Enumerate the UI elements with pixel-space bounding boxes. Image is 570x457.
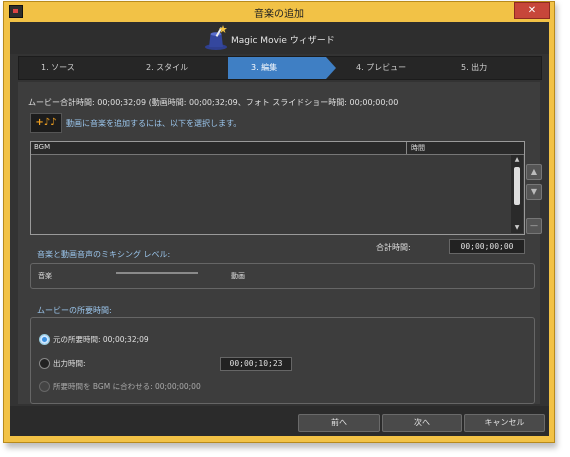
- chevron-up-icon: ▲: [530, 167, 538, 176]
- total-time-value: 00;00;00;00: [449, 239, 525, 254]
- button-bar: 前へ 次へ キャンセル: [10, 406, 549, 436]
- magic-hat-icon: [205, 25, 227, 50]
- mixing-group: [30, 263, 535, 289]
- vertical-scrollbar[interactable]: ▲ ▼: [511, 155, 523, 233]
- next-button[interactable]: 次へ: [382, 414, 462, 432]
- wizard-header: Magic Movie ウィザード: [10, 22, 549, 54]
- mixing-level-label: 音楽と動画音声のミキシング レベル:: [37, 250, 171, 259]
- radio-original-duration[interactable]: [39, 334, 50, 345]
- move-down-button[interactable]: ▼: [526, 184, 542, 200]
- column-bgm[interactable]: BGM: [34, 143, 50, 151]
- mixing-video-label: 動画: [231, 272, 245, 280]
- wizard-title: Magic Movie ウィザード: [231, 36, 335, 46]
- window-title: 音楽の追加: [254, 9, 304, 20]
- title-bar[interactable]: 音楽の追加 ✕: [4, 2, 554, 20]
- bgm-table[interactable]: BGM 時間 ▲ ▼: [30, 141, 525, 235]
- output-duration-field[interactable]: 00;00;10;23: [220, 357, 292, 371]
- add-music-button[interactable]: +♪♪: [30, 113, 62, 133]
- move-up-button[interactable]: ▲: [526, 164, 542, 180]
- column-divider: [406, 142, 407, 154]
- dialog-window: 音楽の追加 ✕ Magic Movie ウィザード 1. ソース 2. スタイル…: [3, 1, 555, 443]
- total-time-label: 合計時間:: [376, 243, 411, 252]
- mixing-slider[interactable]: [116, 272, 198, 274]
- step-source[interactable]: 1. ソース: [41, 57, 75, 79]
- scroll-down-icon[interactable]: ▼: [511, 223, 523, 233]
- remove-button[interactable]: —: [526, 218, 542, 234]
- radio-output-duration[interactable]: [39, 358, 50, 369]
- table-header: BGM 時間: [31, 142, 524, 155]
- scroll-up-icon[interactable]: ▲: [511, 155, 523, 165]
- scroll-thumb[interactable]: [514, 167, 520, 205]
- cancel-button[interactable]: キャンセル: [464, 414, 545, 432]
- back-button[interactable]: 前へ: [298, 414, 380, 432]
- active-step-arrow: [228, 57, 336, 79]
- chevron-down-icon: ▼: [530, 187, 538, 196]
- close-button[interactable]: ✕: [514, 2, 550, 19]
- add-music-icon: +♪♪: [35, 117, 57, 128]
- step-bar: 1. ソース 2. スタイル 3. 編集 4. プレビュー 5. 出力: [18, 56, 542, 80]
- wizard-content: Magic Movie ウィザード 1. ソース 2. スタイル 3. 編集 4…: [10, 22, 549, 436]
- step-output[interactable]: 5. 出力: [461, 57, 487, 79]
- radio-fit-to-bgm[interactable]: [39, 381, 50, 392]
- column-time[interactable]: 時間: [411, 143, 425, 153]
- mixing-music-label: 音楽: [38, 272, 52, 280]
- step-edit[interactable]: 3. 編集: [251, 57, 277, 79]
- step-style[interactable]: 2. スタイル: [146, 57, 188, 79]
- duration-section-label: ムービーの所要時間:: [37, 306, 112, 315]
- close-icon: ✕: [527, 5, 537, 16]
- add-music-hint: 動画に音楽を追加するには、以下を選択します。: [66, 119, 242, 128]
- movie-duration-info: ムービー合計時間: 00;00;32;09 (動画時間: 00;00;32;09…: [28, 98, 399, 107]
- fit-to-bgm-label[interactable]: 所要時間を BGM に合わせる: 00;00;00;00: [53, 381, 201, 392]
- output-duration-label[interactable]: 出力時間:: [53, 358, 86, 369]
- minus-icon: —: [530, 221, 538, 230]
- original-duration-label[interactable]: 元の所要時間: 00;00;32;09: [53, 334, 149, 345]
- step-preview[interactable]: 4. プレビュー: [356, 57, 406, 79]
- main-panel: ムービー合計時間: 00;00;32;09 (動画時間: 00;00;32;09…: [18, 82, 542, 404]
